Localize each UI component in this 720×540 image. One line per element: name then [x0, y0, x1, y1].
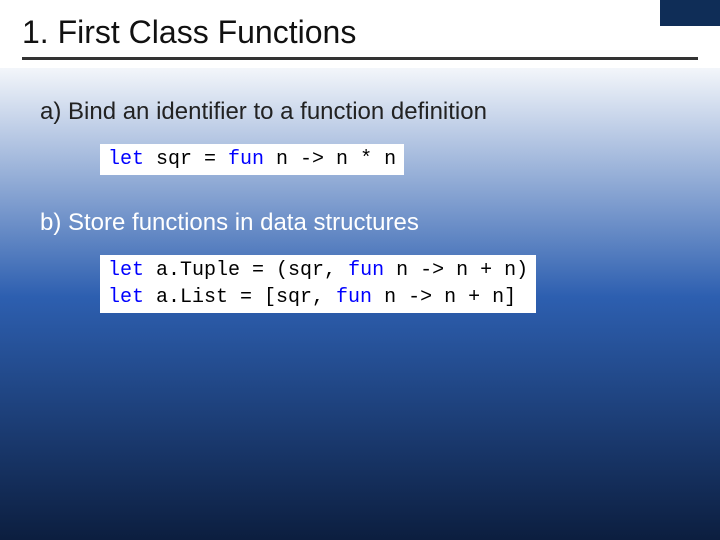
slide: 1. First Class Functions a) Bind an iden… [0, 0, 720, 540]
title-bar: 1. First Class Functions [0, 0, 720, 68]
slide-title: 1. First Class Functions [22, 14, 698, 51]
code-block-a: let sqr = fun n -> n * n [100, 144, 404, 175]
section-b-heading: b) Store functions in data structures [40, 209, 680, 237]
section-a-heading: a) Bind an identifier to a function defi… [40, 98, 680, 126]
title-underline [22, 57, 698, 60]
slide-content: a) Bind an identifier to a function defi… [0, 68, 720, 347]
corner-decoration [660, 0, 720, 26]
code-block-b: let a.Tuple = (sqr, fun n -> n + n) let … [100, 255, 536, 313]
